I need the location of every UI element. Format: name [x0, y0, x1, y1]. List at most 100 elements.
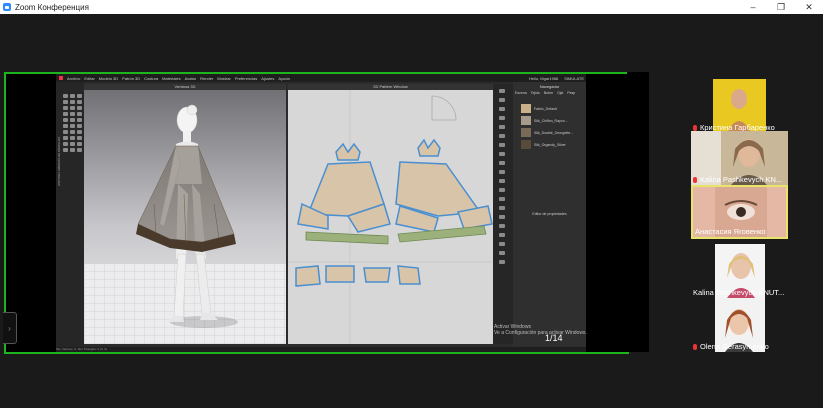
tool-icon[interactable] — [499, 233, 505, 237]
tool-icon[interactable] — [63, 124, 68, 128]
clo-menu-item[interactable]: Mostrar — [217, 76, 231, 81]
participant-video[interactable]: Kalina Pashkevych KNUT... — [691, 244, 788, 298]
tool-icon[interactable] — [499, 170, 505, 174]
participant-video[interactable]: Kalina Pashkevych KN... — [691, 131, 788, 185]
tool-icon[interactable] — [499, 242, 505, 246]
clo-menu-item[interactable]: Ajustes — [261, 76, 274, 81]
tool-icon[interactable] — [70, 148, 75, 152]
tool-icon[interactable] — [77, 112, 82, 116]
share-overflow — [627, 72, 649, 352]
tool-icon[interactable] — [499, 98, 505, 102]
tool-icon[interactable] — [499, 143, 505, 147]
tool-icon[interactable] — [63, 112, 68, 116]
tool-icon[interactable] — [499, 161, 505, 165]
participant-video[interactable]: Кристина Гарбаренко — [691, 79, 788, 133]
tool-icon[interactable] — [70, 94, 75, 98]
tool-icon[interactable] — [70, 136, 75, 140]
tool-icon[interactable] — [70, 112, 75, 116]
window-controls: – ❐ ✕ — [739, 0, 823, 14]
panel-tab[interactable]: Botón — [544, 91, 553, 95]
tool-icon[interactable] — [70, 100, 75, 104]
clo-menu-item[interactable]: Ayuda — [278, 76, 289, 81]
tool-icon[interactable] — [77, 94, 82, 98]
clo-menu-item[interactable]: Modelo 3D — [99, 76, 118, 81]
clo-menu-item[interactable]: Costura — [144, 76, 158, 81]
panel-tab[interactable]: Ojal — [557, 91, 563, 95]
participant-name: Анастасия Яговенко — [695, 227, 766, 236]
collapse-handle[interactable]: › — [3, 312, 17, 344]
restore-button[interactable]: ❐ — [767, 0, 795, 14]
participant-name: Olena Gerasymenko — [700, 342, 769, 351]
tool-icon[interactable] — [499, 134, 505, 138]
material-item[interactable]: Silk_Chiffon_Rayon... — [521, 116, 581, 125]
tool-icon[interactable] — [499, 116, 505, 120]
tool-icon[interactable] — [63, 106, 68, 110]
clo3d-app: Archivo Editar Modelo 3D Patrón 3D Costu… — [56, 74, 586, 352]
tool-icon[interactable] — [499, 125, 505, 129]
tool-icon[interactable] — [63, 142, 68, 146]
panel-tab[interactable]: Escena — [515, 91, 527, 95]
clo-menu-item[interactable]: Render — [200, 76, 213, 81]
title-bar: Zoom Конференция – ❐ ✕ — [0, 0, 823, 14]
clo-menu-item[interactable]: Patrón 3D — [122, 76, 140, 81]
tool-icon[interactable] — [63, 148, 68, 152]
clo-menu-item[interactable]: Archivo — [67, 76, 80, 81]
tool-icon[interactable] — [499, 152, 505, 156]
tool-icon[interactable] — [63, 136, 68, 140]
clo-menu-item[interactable]: Preferencias — [235, 76, 257, 81]
tool-icon[interactable] — [499, 179, 505, 183]
tool-icon[interactable] — [499, 224, 505, 228]
material-item[interactable]: Silk_Organdy_Silver — [521, 140, 581, 149]
tool-icon[interactable] — [63, 118, 68, 122]
tool-icon[interactable] — [499, 107, 505, 111]
material-item[interactable]: Silk_Double_Georgette... — [521, 128, 581, 137]
tool-icon[interactable] — [499, 260, 505, 264]
participant-video[interactable]: Olena Gerasymenko — [691, 298, 788, 352]
tool-icon[interactable] — [70, 106, 75, 110]
tool-icon[interactable] — [70, 118, 75, 122]
clo-simulate-label[interactable]: SIMULATE — [564, 76, 584, 81]
tool-icon[interactable] — [499, 251, 505, 255]
fabric-swatch — [521, 104, 531, 113]
tool-icon[interactable] — [63, 94, 68, 98]
tool-icon[interactable] — [70, 124, 75, 128]
tool-icon[interactable] — [77, 130, 82, 134]
tool-icon[interactable] — [77, 124, 82, 128]
tool-icon[interactable] — [499, 188, 505, 192]
participant-video-speaking[interactable]: Анастасия Яговенко — [691, 185, 788, 239]
tool-icon[interactable] — [77, 136, 82, 140]
minimize-button[interactable]: – — [739, 0, 767, 14]
object-browser-panel: Navegador Escena Tejido Botón Ojal Pesp … — [513, 82, 586, 352]
shared-screen[interactable]: Archivo Editar Modelo 3D Patrón 3D Costu… — [4, 72, 629, 354]
tool-icon[interactable] — [63, 130, 68, 134]
property-editor-title: Editor de propiedades — [532, 212, 567, 216]
tool-icon[interactable] — [499, 215, 505, 219]
tool-icon[interactable] — [77, 142, 82, 146]
tool-icon[interactable] — [499, 206, 505, 210]
window-title: Zoom Конференция — [15, 2, 89, 12]
clo-menu-item[interactable]: Avatar — [185, 76, 197, 81]
clo-menu-item[interactable]: Editar — [84, 76, 94, 81]
tool-icon[interactable] — [70, 130, 75, 134]
tool-icon[interactable] — [77, 100, 82, 104]
tool-icon[interactable] — [77, 118, 82, 122]
tool-icon[interactable] — [77, 106, 82, 110]
3d-garment-view[interactable]: Ventana 3D — [84, 84, 286, 344]
activate-windows-watermark: Activar Windows Ve a Configuración para … — [494, 324, 587, 336]
material-item[interactable]: Fabric_Default — [521, 104, 581, 113]
participant-name: Kalina Pashkevych KN... — [700, 175, 783, 184]
panel-tab[interactable]: Pesp — [567, 91, 575, 95]
tool-icon[interactable] — [499, 197, 505, 201]
tool-icon[interactable] — [70, 142, 75, 146]
clo-user-area: Hello, Mgar1968 SIMULATE — [523, 74, 584, 82]
tool-icon[interactable] — [77, 148, 82, 152]
muted-mic-icon — [693, 343, 697, 350]
clo-user-label: Hello, Mgar1968 — [528, 75, 559, 81]
tool-icon[interactable] — [63, 100, 68, 104]
close-button[interactable]: ✕ — [795, 0, 823, 14]
clo-menu-item[interactable]: Materiales — [162, 76, 180, 81]
panel-tab[interactable]: Tejido — [531, 91, 540, 95]
2d-pattern-view[interactable]: 2D Pattern Window — [288, 84, 493, 344]
tool-icon[interactable] — [499, 89, 505, 93]
participant-name: Kalina Pashkevych KNUT... — [693, 288, 785, 297]
